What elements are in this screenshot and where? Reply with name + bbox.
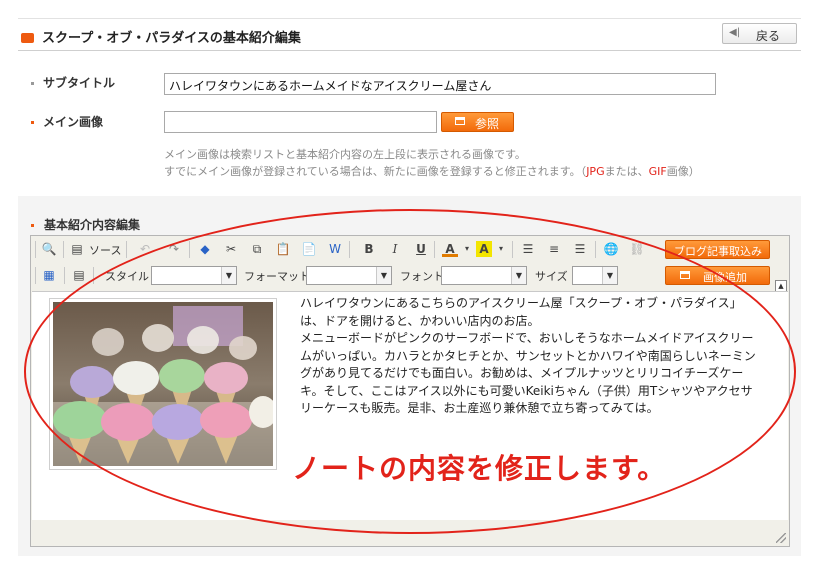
toolbar-separator (434, 241, 435, 258)
text-color-button[interactable]: A (442, 241, 458, 257)
chevron-down-icon: ▼ (602, 267, 617, 284)
bold-button[interactable]: B (361, 241, 377, 257)
undo-icon[interactable]: ↶ (137, 241, 153, 257)
help-text-line1: メイン画像は検索リストと基本紹介内容の左上段に表示される画像です。 (164, 148, 526, 161)
align-left-icon[interactable]: ☰ (520, 241, 536, 257)
toolbar-separator (35, 267, 36, 284)
source-icon[interactable]: ▤ (69, 241, 85, 257)
toolbar-separator (35, 241, 36, 258)
section-bullet (31, 224, 34, 227)
resize-grip-icon[interactable] (776, 533, 786, 543)
paste-text-icon[interactable]: 📄 (301, 241, 317, 257)
size-select[interactable]: ▼ (572, 266, 618, 285)
editor-status-bar (31, 520, 789, 546)
link-icon[interactable]: 🌐 (603, 241, 619, 257)
paste-icon[interactable]: 📋 (275, 241, 291, 257)
bg-color-button[interactable]: A (476, 241, 492, 257)
format-select[interactable]: ▼ (306, 266, 392, 285)
chevron-down-icon[interactable]: ▾ (493, 241, 509, 257)
toolbar-separator (595, 241, 596, 258)
chevron-down-icon: ▼ (511, 267, 526, 284)
style-label: スタイル (105, 270, 149, 283)
toolbar-separator (512, 241, 513, 258)
header-divider (18, 50, 801, 51)
top-divider (18, 18, 801, 19)
main-image-bullet (31, 121, 34, 124)
rich-text-editor: 🔍 ▤ ソース ↶ ↷ ◆ ✂ ⧉ 📋 📄 W B I U A ▾ A ▾ ☰ … (30, 235, 790, 547)
font-label: フォント (400, 270, 444, 283)
chevron-down-icon: ▼ (376, 267, 391, 284)
page-header: スクープ・オブ・パラダイスの基本紹介編集 (18, 22, 801, 50)
window-icon (680, 271, 690, 279)
article-text[interactable]: ハレイワタウンにあるこちらのアイスクリーム屋「スクープ・オブ・パラダイス」は、ド… (300, 295, 760, 418)
annotation-text: ノートの内容を修正します。 (292, 452, 667, 485)
editor-section-title: 基本紹介内容編集 (44, 218, 141, 232)
help-suffix: 画像） (666, 165, 700, 178)
italic-button[interactable]: I (387, 241, 403, 257)
article-paragraph-1: ハレイワタウンにあるこちらのアイスクリーム屋「スクープ・オブ・パラダイス」は、ド… (300, 296, 742, 328)
ice-cream-photo (49, 298, 277, 470)
browse-button-label: 参照 (475, 117, 500, 131)
toolbar-row-1: 🔍 ▤ ソース ↶ ↷ ◆ ✂ ⧉ 📋 📄 W B I U A ▾ A ▾ ☰ … (31, 237, 789, 263)
toolbar-separator (126, 241, 127, 258)
chevron-down-icon[interactable]: ▾ (459, 241, 475, 257)
title-marker-icon (21, 33, 34, 43)
ice-cream-image (53, 302, 273, 466)
help-jpg: JPG (586, 165, 605, 178)
table-icon[interactable]: ▦ (41, 267, 57, 283)
style-select[interactable]: ▼ (151, 266, 237, 285)
toolbar-separator (64, 267, 65, 284)
unlink-icon[interactable]: ⛓ (629, 241, 645, 257)
underline-button[interactable]: U (413, 241, 429, 257)
arrow-left-icon: ◀| (729, 27, 741, 38)
blog-import-label: ブログ記事取込み (674, 245, 762, 258)
toolbar-separator (63, 241, 64, 258)
toolbar-separator (189, 241, 190, 258)
add-image-button[interactable]: 画像追加 (665, 266, 770, 285)
back-button-label: 戻る (756, 29, 781, 43)
eraser-icon[interactable]: ◆ (197, 241, 213, 257)
article-paragraph-2: メニューボードがピンクのサーフボードで、おいしそうなホームメイドアイスクリームが… (300, 331, 756, 415)
copy-icon[interactable]: ⧉ (249, 241, 265, 257)
source-button[interactable]: ソース (89, 242, 121, 258)
size-label: サイズ (535, 270, 568, 283)
main-image-file-input[interactable] (164, 111, 437, 133)
redo-icon[interactable]: ↷ (166, 241, 182, 257)
toolbar-separator (349, 241, 350, 258)
paste-word-icon[interactable]: W (327, 241, 343, 257)
help-text-line2: すでにメイン画像が登録されている場合は、新たに画像を登録すると修正されます。（J… (164, 163, 700, 179)
template-icon[interactable]: ▤ (71, 267, 87, 283)
toolbar-row-2: ▦ ▤ スタイル ▼ フォーマット ▼ フォント ▼ サイズ ▼ 画像追加 (31, 263, 789, 289)
subtitle-bullet (31, 82, 34, 85)
chevron-down-icon: ▼ (221, 267, 236, 284)
subtitle-input[interactable]: ハレイワタウンにあるホームメイドなアイスクリーム屋さん (164, 73, 716, 95)
format-label: フォーマット (244, 270, 310, 283)
page-title: スクープ・オブ・パラダイスの基本紹介編集 (42, 31, 301, 46)
font-select[interactable]: ▼ (441, 266, 527, 285)
add-image-label: 画像追加 (703, 271, 747, 284)
browse-button[interactable]: 参照 (441, 112, 514, 132)
blog-import-button[interactable]: ブログ記事取込み (665, 240, 770, 259)
preview-icon[interactable]: 🔍 (41, 241, 57, 257)
align-center-icon[interactable]: ≡ (546, 241, 562, 257)
help-text-prefix: すでにメイン画像が登録されている場合は、新たに画像を登録すると修正されます。（ (164, 165, 587, 178)
align-right-icon[interactable]: ☰ (572, 241, 588, 257)
cut-icon[interactable]: ✂ (223, 241, 239, 257)
subtitle-label: サブタイトル (43, 76, 116, 90)
back-button[interactable]: ◀| 戻る (722, 23, 797, 44)
help-gif: GIF (648, 165, 667, 178)
toolbar-separator (93, 267, 94, 284)
help-or: または、 (604, 165, 649, 178)
window-icon (455, 117, 465, 125)
main-image-label: メイン画像 (43, 115, 104, 129)
